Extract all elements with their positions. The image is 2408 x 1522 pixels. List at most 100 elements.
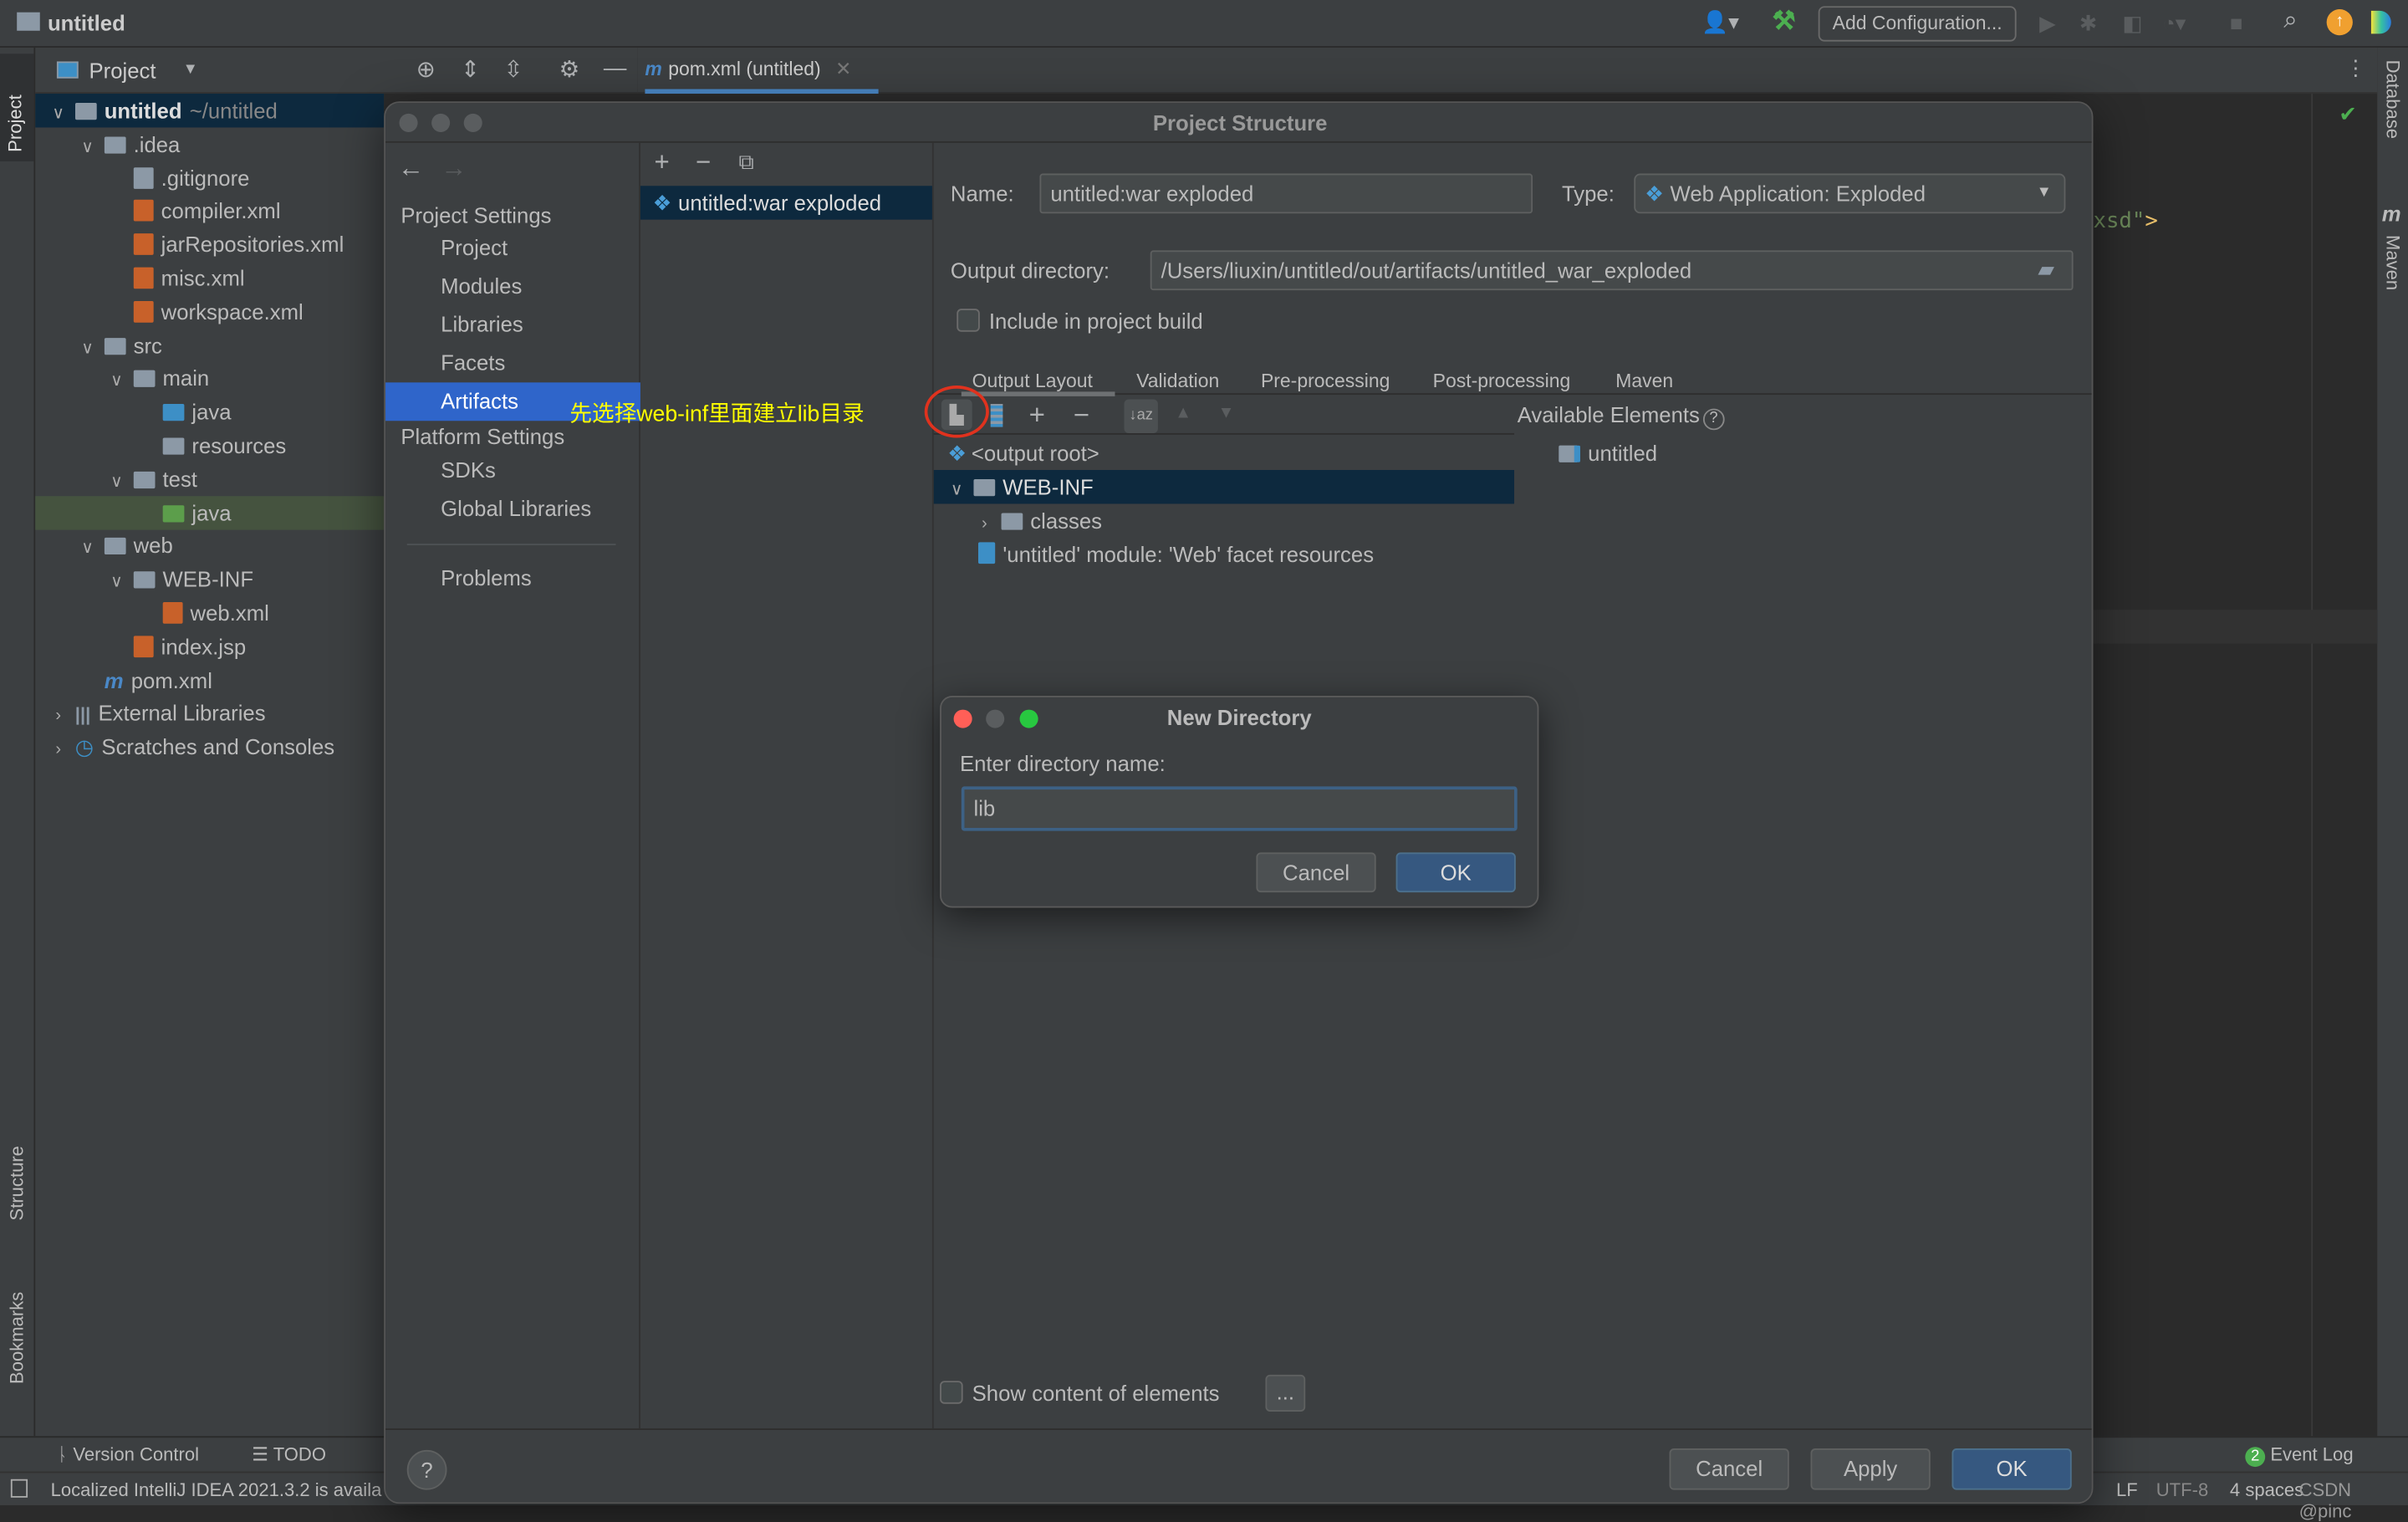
nav-item-global-libraries[interactable]: Global Libraries	[441, 490, 640, 529]
tree-item[interactable]: m pom.xml	[35, 663, 384, 697]
tree-item[interactable]: ∨ main	[35, 361, 384, 395]
show-content-checkbox[interactable]	[940, 1381, 963, 1404]
type-select[interactable]: ❖ Web Application: Exploded ▼	[1634, 173, 2066, 214]
nav-item-sdks[interactable]: SDKs	[441, 452, 640, 490]
tab-pom-xml[interactable]: m pom.xml (untitled) ✕	[645, 48, 879, 94]
back-arrow-icon[interactable]: ←	[398, 156, 424, 181]
help-icon[interactable]: ?	[1702, 408, 1725, 431]
gear-icon[interactable]: ⚙	[559, 59, 580, 82]
version-control-tab[interactable]: ᚿ Version Control	[57, 1444, 199, 1466]
tab-pre-processing[interactable]: Pre-processing	[1261, 370, 1390, 392]
stop-icon[interactable]: ■	[2230, 13, 2243, 34]
project-view-selector[interactable]: Project	[89, 59, 156, 83]
nav-item-libraries[interactable]: Libraries	[441, 306, 640, 345]
todo-tab[interactable]: ☰ TODO	[252, 1444, 326, 1466]
update-icon[interactable]: ↑	[2326, 9, 2353, 36]
tree-item[interactable]: ∨ .idea	[35, 127, 384, 161]
directory-name-input[interactable]: lib	[961, 786, 1518, 831]
chevron-down-icon[interactable]: ∨	[77, 532, 99, 565]
collapse-all-icon[interactable]: ⇳	[503, 59, 523, 82]
artifact-item[interactable]: ❖ untitled:war exploded	[640, 186, 932, 220]
tree-item[interactable]: jarRepositories.xml	[35, 227, 384, 261]
status-message[interactable]: Localized IntelliJ IDEA 2021.3.2 is avai…	[51, 1479, 382, 1501]
database-tool-tab[interactable]: Database	[2382, 60, 2404, 139]
profile-icon[interactable]: ◔▾	[2162, 13, 2186, 34]
copy-icon[interactable]: ⧉	[738, 151, 753, 172]
toolbox-icon[interactable]	[2370, 10, 2391, 34]
file-encoding[interactable]: UTF-8	[2156, 1479, 2208, 1501]
line-separator[interactable]: LF	[2116, 1479, 2138, 1501]
expand-all-icon[interactable]: ⇕	[461, 59, 480, 82]
tree-item[interactable]: java	[35, 495, 385, 529]
name-field[interactable]: untitled:war exploded	[1039, 173, 1533, 214]
tree-item[interactable]: › ||| External Libraries	[35, 697, 384, 730]
chevron-down-icon[interactable]: ∨	[106, 565, 128, 599]
close-icon[interactable]: ✕	[835, 59, 851, 80]
ok-button[interactable]: OK	[1951, 1448, 2072, 1490]
nav-item-problems[interactable]: Problems	[441, 559, 640, 598]
tab-post-processing[interactable]: Post-processing	[1433, 370, 1571, 392]
classes-node[interactable]: › classes	[973, 503, 1102, 537]
browse-folder-icon[interactable]: ▰	[2038, 258, 2054, 280]
apply-button[interactable]: Apply	[1810, 1448, 1931, 1490]
available-element-item[interactable]: untitled	[1559, 437, 1657, 470]
tree-item[interactable]: ∨ WEB-INF	[35, 563, 384, 596]
build-hammer-icon[interactable]: ⚒	[1773, 8, 1796, 33]
nav-item-modules[interactable]: Modules	[441, 268, 640, 306]
output-root-node[interactable]: ❖ <output root>	[947, 437, 1099, 470]
tree-item[interactable]: web.xml	[35, 596, 384, 630]
ellipsis-button[interactable]: ...	[1265, 1374, 1306, 1412]
add-copy-icon[interactable]: +	[1029, 401, 1045, 428]
cancel-button[interactable]: Cancel	[1256, 852, 1376, 893]
tree-item[interactable]: java	[35, 395, 384, 428]
bookmarks-tool-tab[interactable]: Bookmarks	[6, 1292, 28, 1384]
nav-item-project[interactable]: Project	[441, 229, 640, 268]
tree-item[interactable]: compiler.xml	[35, 194, 384, 227]
minimize-window-button[interactable]	[431, 113, 451, 132]
tree-item[interactable]: misc.xml	[35, 261, 384, 294]
archive-icon[interactable]	[990, 404, 1003, 427]
chevron-down-icon[interactable]: ∨	[48, 97, 69, 130]
chevron-down-icon[interactable]: ▼	[183, 62, 198, 78]
tree-item[interactable]: ∨ test	[35, 462, 384, 495]
help-button[interactable]: ?	[406, 1449, 447, 1490]
zoom-window-button[interactable]	[463, 113, 482, 132]
search-icon[interactable]: ⌕	[2283, 8, 2297, 33]
coverage-icon[interactable]: ◧	[2122, 13, 2142, 34]
tree-item[interactable]: › ◷ Scratches and Consoles	[35, 730, 384, 764]
sort-alphabetically-icon[interactable]: ↓az	[1124, 399, 1158, 433]
tree-item[interactable]: ∨ src	[35, 328, 384, 361]
status-toggle-icon[interactable]	[10, 1479, 28, 1498]
chevron-down-icon[interactable]: ∨	[946, 473, 967, 507]
minimize-icon[interactable]: —	[604, 57, 627, 80]
close-window-button[interactable]	[399, 113, 418, 132]
locate-icon[interactable]: ⊕	[416, 59, 436, 82]
add-icon[interactable]: +	[654, 149, 669, 175]
chevron-right-icon[interactable]: ›	[48, 733, 69, 766]
move-down-icon[interactable]: ▼	[1218, 405, 1235, 422]
include-in-build-checkbox[interactable]	[957, 309, 980, 332]
tab-validation[interactable]: Validation	[1136, 370, 1219, 392]
tree-item[interactable]: workspace.xml	[35, 294, 384, 328]
ok-button[interactable]: OK	[1395, 852, 1516, 893]
event-log-tab[interactable]: 2 Event Log	[2245, 1444, 2354, 1468]
facet-resources-node[interactable]: 'untitled' module: 'Web' facet resources	[977, 538, 1374, 571]
remove-icon[interactable]: −	[1074, 401, 1089, 428]
tree-item[interactable]: ∨ web	[35, 529, 384, 563]
tree-item[interactable]: resources	[35, 428, 384, 462]
more-options-icon[interactable]: ⋮	[2345, 57, 2367, 79]
tree-item[interactable]: ∨ untitled ~/untitled	[35, 94, 385, 130]
project-tool-tab[interactable]: Project	[0, 54, 34, 161]
user-icon[interactable]: 👤▾	[1701, 11, 1739, 33]
chevron-down-icon[interactable]: ∨	[77, 130, 99, 164]
indent-setting[interactable]: 4 spaces	[2230, 1479, 2303, 1501]
cancel-button[interactable]: Cancel	[1669, 1448, 1789, 1490]
forward-arrow-icon[interactable]: →	[441, 156, 467, 181]
structure-tool-tab[interactable]: Structure	[6, 1146, 28, 1220]
tree-item[interactable]: index.jsp	[35, 630, 384, 663]
output-directory-field[interactable]: /Users/liuxin/untitled/out/artifacts/unt…	[1150, 250, 2074, 291]
add-configuration-button[interactable]: Add Configuration...	[1818, 6, 2017, 42]
chevron-right-icon[interactable]: ›	[973, 507, 995, 540]
move-up-icon[interactable]: ▲	[1175, 405, 1191, 422]
chevron-right-icon[interactable]: ›	[48, 699, 69, 733]
